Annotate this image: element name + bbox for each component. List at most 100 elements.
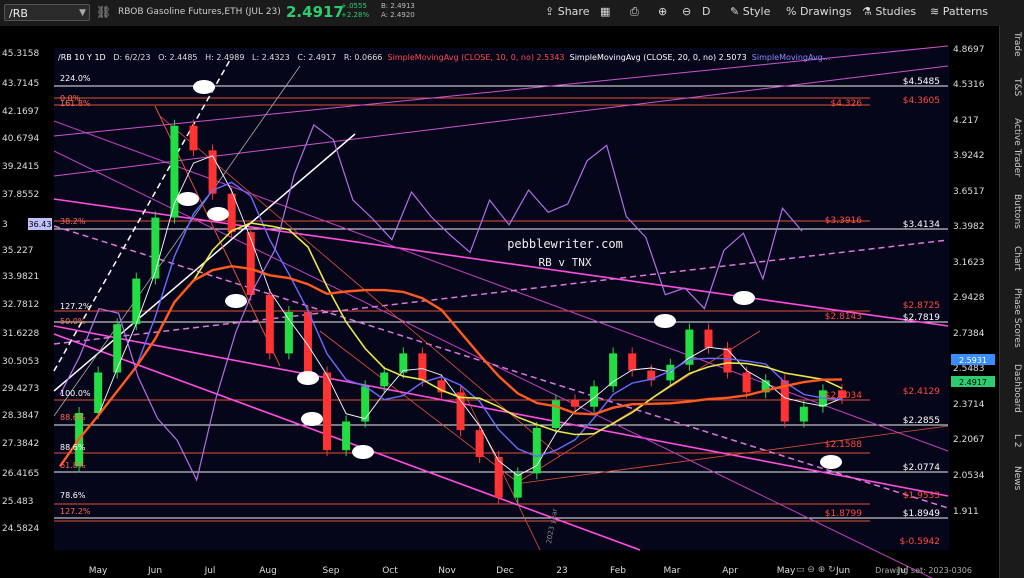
sidebar-tab-news[interactable]: News xyxy=(1002,466,1022,490)
drawing-set-label[interactable]: Drawing set: 2023-0306 xyxy=(875,566,972,575)
left-tick-label: 45.3158 xyxy=(2,49,39,59)
sidebar-tab-dashboard[interactable]: Dashboard xyxy=(1002,364,1022,413)
sidebar-tab-t-s[interactable]: T&S xyxy=(1002,78,1022,96)
ellipse-marker xyxy=(193,80,215,94)
bid: B: 2.4913 xyxy=(381,2,415,10)
x-tick-label: Apr xyxy=(722,566,738,576)
sma10-label: SimpleMovingAvg (CLOSE, 10, 0, no) xyxy=(387,53,534,62)
candle-body xyxy=(704,329,713,348)
left-tick-label: 25.483 xyxy=(2,497,34,507)
change-pct: +2.28% xyxy=(341,11,370,19)
candle-body xyxy=(380,372,389,387)
zoom-out-icon[interactable]: ⊖ xyxy=(682,5,691,18)
candle-body xyxy=(590,386,599,407)
chart-controls[interactable]: ▭ ⊖ ⊕ ↻ xyxy=(796,565,836,575)
symbol-input[interactable]: /RB ▼ xyxy=(4,4,90,21)
right-tick-label: 1.911 xyxy=(953,507,979,517)
price-change: +.0555 +2.28% xyxy=(341,2,369,20)
share-button[interactable]: ⇪ Share xyxy=(545,5,589,18)
left-tick-label: 35.227 xyxy=(2,246,34,256)
right-tick-label: 2.3714 xyxy=(953,400,985,410)
level-label-red: $3.3916 xyxy=(825,216,862,226)
x-tick-label: Sep xyxy=(323,566,340,576)
ellipse-marker xyxy=(225,294,247,308)
right-tick-label: 3.6517 xyxy=(953,187,985,197)
candle-body xyxy=(513,473,522,498)
candle-body xyxy=(246,232,255,295)
stat-open: O: 2.4485 xyxy=(158,53,198,62)
chevron-down-icon[interactable]: ▼ xyxy=(79,5,86,22)
level-label-red: $4.3605 xyxy=(903,96,940,106)
patterns-icon: ≋ xyxy=(930,5,943,18)
x-tick-label: May xyxy=(777,566,796,576)
x-tick-label: Aug xyxy=(259,566,277,576)
studies-button[interactable]: ⚗ Studies xyxy=(862,5,916,18)
symbol-text: /RB xyxy=(9,7,28,20)
drawings-button[interactable]: % Drawings xyxy=(786,5,851,18)
x-tick-label: Jun xyxy=(147,566,162,576)
ellipse-marker xyxy=(297,371,319,385)
right-tick-label: 4.217 xyxy=(953,116,979,126)
ellipse-marker xyxy=(733,291,755,305)
style-button[interactable]: ✎ Style xyxy=(730,5,770,18)
candle-body xyxy=(189,125,198,151)
candle-body xyxy=(399,353,408,373)
level-label-percent: 61.8% xyxy=(60,461,86,470)
candle-body xyxy=(303,311,312,373)
price-tag-green-text: 2.4917 xyxy=(959,378,987,387)
x-tick-label: 23 xyxy=(556,566,567,576)
ellipse-marker xyxy=(820,455,842,469)
x-tick-label: Feb xyxy=(610,566,626,576)
ask: A: 2.4920 xyxy=(381,11,415,19)
sidebar-tab-buttons[interactable]: Buttons xyxy=(1002,194,1022,229)
sidebar-tab-active-trader[interactable]: Active Trader xyxy=(1002,118,1022,177)
grid-icon[interactable]: ▦ xyxy=(600,5,610,18)
left-tick-label: 26.4165 xyxy=(2,469,39,479)
left-tick-label: 32.7812 xyxy=(2,300,39,310)
sidebar-tab-phase-scores[interactable]: Phase Scores xyxy=(1002,288,1022,348)
candle-body xyxy=(94,372,103,414)
level-label-percent: 88.6% xyxy=(60,413,86,422)
sma20-value: 2.5073 xyxy=(718,53,747,62)
x-tick-label: Mar xyxy=(664,566,681,576)
right-tick-label: 4.5316 xyxy=(953,80,985,90)
share-icon: ⇪ xyxy=(545,5,558,18)
price-chart[interactable]: 45.3158 43.7145 42.1697 40.6794 39.2415 37.85… xyxy=(0,26,1000,578)
right-tick-label: 4.8697 xyxy=(953,45,985,55)
left-price-tag-text: 36.43 xyxy=(29,220,52,229)
sidebar-tab-chart[interactable]: Chart xyxy=(1002,246,1022,271)
level-label-red: $2.8725 xyxy=(903,301,940,311)
stat-close: C: 2.4917 xyxy=(297,53,337,62)
patterns-button[interactable]: ≋ Patterns xyxy=(930,5,988,18)
print-icon[interactable]: ⎙ xyxy=(630,5,639,19)
level-label-red: $1.9533 xyxy=(903,491,940,501)
level-label-white: $2.0774 xyxy=(903,463,940,473)
zoom-in-icon[interactable]: ⊕ xyxy=(658,5,667,18)
left-tick-label: 33.9821 xyxy=(2,272,39,282)
stat-low: L: 2.4323 xyxy=(252,53,290,62)
sma20-label: SimpleMovingAvg (CLOSE, 20, 0, no) xyxy=(569,53,717,62)
right-tick-label: 2.0534 xyxy=(953,471,985,481)
stat-high: H: 2.4989 xyxy=(205,53,245,62)
chart-panel[interactable]: 45.3158 43.7145 42.1697 40.6794 39.2415 37.85… xyxy=(0,26,1000,578)
x-tick-label: Nov xyxy=(438,566,456,576)
ellipse-marker xyxy=(301,412,323,426)
x-tick-label: Jul xyxy=(204,566,216,576)
left-tick-label: 28.3847 xyxy=(2,411,39,421)
link-icon[interactable]: ⛓ xyxy=(96,5,111,19)
level-label-percent: 78.6% xyxy=(60,491,86,500)
x-tick-label: May xyxy=(89,566,108,576)
chart-title: pebblewriter.com xyxy=(507,237,623,251)
sidebar-tab-trade[interactable]: Trade xyxy=(1002,32,1022,57)
ellipse-marker xyxy=(352,445,374,459)
sidebar-tab-l-2[interactable]: L 2 xyxy=(1002,434,1022,448)
left-tick-label: 39.2415 xyxy=(2,162,39,172)
right-tick-label: 2.7384 xyxy=(953,329,985,339)
stat-date: D: 6/2/23 xyxy=(113,53,151,62)
level-label-percent: 88.6% xyxy=(60,443,86,452)
right-tick-label: 3.9242 xyxy=(953,151,985,161)
level-label-white: $2.2855 xyxy=(903,416,940,426)
candle-body xyxy=(265,294,274,354)
sma10-value: 2.5343 xyxy=(536,53,565,62)
timeframe-button[interactable]: D xyxy=(702,5,710,18)
